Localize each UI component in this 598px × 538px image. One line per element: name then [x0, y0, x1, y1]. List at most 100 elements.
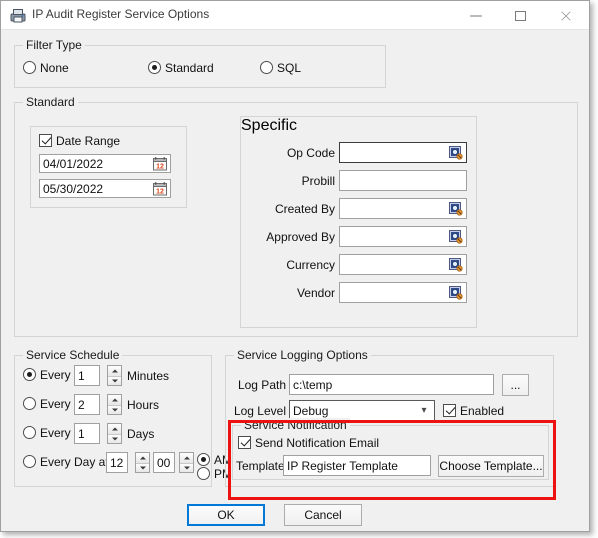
checkbox-indicator [39, 134, 52, 147]
log-path-label: Log Path [237, 378, 286, 392]
minute-spinner[interactable] [179, 452, 194, 473]
service-notification-group: Service Notification Send Notification E… [232, 418, 549, 480]
browse-log-path-button[interactable]: ... [502, 374, 529, 396]
specific-legend: Specific [241, 117, 298, 134]
service-notification-legend: Service Notification [241, 418, 350, 432]
cancel-button[interactable]: Cancel [284, 504, 362, 526]
spinner-up-icon[interactable] [108, 366, 121, 376]
hours-unit-label: Hours [127, 398, 160, 412]
template-input[interactable]: IP Register Template [283, 455, 431, 476]
lookup-icon[interactable] [449, 285, 463, 300]
minimize-icon [470, 15, 482, 17]
calendar-icon[interactable]: 12 [153, 156, 167, 171]
radio-label: Every Day at [40, 455, 109, 469]
close-button[interactable] [544, 1, 589, 30]
ok-label: OK [217, 508, 235, 522]
date-to-value: 05/30/2022 [43, 181, 104, 196]
lookup-icon[interactable] [449, 257, 463, 272]
created-by-input[interactable] [339, 198, 467, 219]
minute-input[interactable]: 00 [153, 452, 175, 473]
radio-label: Standard [165, 61, 214, 75]
minutes-unit-label: Minutes [127, 369, 170, 383]
log-path-value: c:\temp [293, 377, 333, 392]
date-to-input[interactable]: 05/30/2022 12 [39, 179, 171, 198]
date-range-panel: Date Range 04/01/2022 12 05/30/2022 12 [30, 126, 187, 208]
radio-label: Every [40, 426, 71, 440]
date-from-value: 04/01/2022 [43, 156, 104, 171]
date-range-checkbox[interactable]: Date Range [39, 134, 120, 148]
radio-every-hours[interactable]: Every [23, 397, 71, 411]
svg-text:12: 12 [156, 188, 164, 195]
hours-input[interactable]: 2 [74, 394, 100, 415]
date-from-input[interactable]: 04/01/2022 12 [39, 154, 171, 173]
maximize-button[interactable] [499, 1, 544, 30]
lookup-icon[interactable] [449, 145, 463, 160]
days-input[interactable]: 1 [74, 423, 100, 444]
radio-filter-none[interactable]: None [23, 61, 69, 75]
op-code-input[interactable] [339, 142, 467, 163]
approved-by-label: Approved By [266, 230, 335, 244]
ok-button[interactable]: OK [187, 504, 265, 526]
currency-input[interactable] [339, 254, 467, 275]
log-enabled-checkbox[interactable]: Enabled [443, 404, 504, 418]
minutes-spinner[interactable] [107, 365, 122, 386]
checkbox-label: Send Notification Email [255, 436, 380, 450]
specific-panel: Specific Op Code Probill Created By Appr… [240, 116, 477, 328]
spinner-down-icon[interactable] [108, 404, 121, 414]
radio-label: Every [40, 397, 71, 411]
op-code-label: Op Code [286, 146, 335, 160]
radio-indicator [23, 397, 36, 410]
minute-value: 00 [157, 455, 171, 470]
service-schedule-legend: Service Schedule [23, 348, 123, 362]
filter-type-legend: Filter Type [23, 38, 85, 52]
radio-every-minutes[interactable]: Every [23, 368, 71, 382]
radio-indicator [23, 61, 36, 74]
dialog-window: IP Audit Register Service Options Filter… [0, 0, 590, 532]
radio-filter-standard[interactable]: Standard [148, 61, 214, 75]
minutes-input[interactable]: 1 [74, 365, 100, 386]
radio-indicator [197, 467, 210, 480]
spinner-up-icon[interactable] [108, 395, 121, 405]
svg-text:12: 12 [156, 163, 164, 170]
minimize-button[interactable] [454, 1, 499, 30]
hours-spinner[interactable] [107, 394, 122, 415]
calendar-icon[interactable]: 12 [153, 181, 167, 196]
hour-value: 12 [110, 455, 124, 470]
created-by-label: Created By [274, 202, 335, 216]
spinner-up-icon[interactable] [136, 453, 149, 463]
service-logging-group: Service Logging Options Log Path c:\temp… [225, 348, 554, 487]
cancel-label: Cancel [304, 508, 342, 522]
spinner-down-icon[interactable] [108, 433, 121, 443]
hour-input[interactable]: 12 [106, 452, 128, 473]
standard-group: Standard Date Range 04/01/2022 12 05/30/… [14, 95, 578, 337]
chevron-down-icon[interactable]: ▾ [417, 405, 431, 416]
send-notification-email-checkbox[interactable]: Send Notification Email [238, 436, 379, 450]
radio-indicator [23, 368, 36, 381]
radio-filter-sql[interactable]: SQL [260, 61, 301, 75]
lookup-icon[interactable] [449, 229, 463, 244]
choose-template-button[interactable]: Choose Template... [438, 455, 544, 477]
probill-input[interactable] [339, 170, 467, 191]
approved-by-input[interactable] [339, 226, 467, 247]
hour-spinner[interactable] [135, 452, 150, 473]
spinner-up-icon[interactable] [108, 424, 121, 434]
service-schedule-group: Service Schedule Every 1 Minutes Every 2… [14, 348, 232, 487]
currency-label: Currency [286, 258, 335, 272]
vendor-label: Vendor [296, 286, 335, 300]
radio-label: None [40, 61, 69, 75]
days-spinner[interactable] [107, 423, 122, 444]
spinner-up-icon[interactable] [180, 453, 193, 463]
radio-every-days[interactable]: Every [23, 426, 71, 440]
minutes-value: 1 [78, 368, 85, 383]
spinner-down-icon[interactable] [136, 462, 149, 472]
radio-every-day-at[interactable]: Every Day at [23, 455, 109, 469]
log-path-input[interactable]: c:\temp [289, 374, 494, 395]
checkbox-indicator [238, 436, 251, 449]
hours-value: 2 [78, 397, 85, 412]
vendor-input[interactable] [339, 282, 467, 303]
lookup-icon[interactable] [449, 201, 463, 216]
spinner-down-icon[interactable] [108, 375, 121, 385]
standard-legend: Standard [23, 95, 78, 109]
template-value: IP Register Template [287, 458, 398, 473]
spinner-down-icon[interactable] [180, 462, 193, 472]
